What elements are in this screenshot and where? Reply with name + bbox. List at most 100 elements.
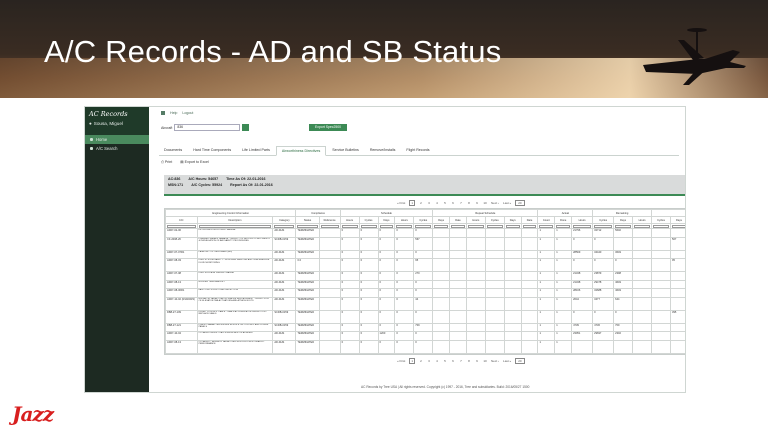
pager-first-button[interactable]: « First: [397, 359, 405, 363]
table-row[interactable]: DB8-27-109 FLIGHT CONTROL CABLE - SEALS A…: [165, 309, 685, 324]
pager-page-button[interactable]: 10: [483, 359, 487, 363]
pager-first-button[interactable]: « First: [397, 201, 405, 205]
pager-page-button[interactable]: 1: [409, 200, 416, 206]
pager-page-button[interactable]: 8: [467, 359, 471, 363]
pager-page-button[interactable]: 2: [419, 359, 423, 363]
filter-input[interactable]: [396, 224, 413, 228]
pager-last-button[interactable]: Last »: [503, 201, 511, 205]
filter-input[interactable]: [297, 224, 318, 228]
filter-input[interactable]: [320, 224, 339, 228]
filter-input[interactable]: [434, 224, 449, 228]
column-header[interactable]: Cycles: [592, 216, 615, 224]
table-row[interactable]: AD07-02-06 DE 03-03 ACF-ND3 FLIGHT MANUAL…: [165, 228, 685, 238]
column-header[interactable]: Days: [432, 216, 451, 224]
filter-input[interactable]: [573, 224, 592, 228]
filter-input[interactable]: [167, 224, 196, 228]
filter-input[interactable]: [594, 224, 613, 228]
export-excel-button[interactable]: ▤ Export to Excel: [180, 160, 209, 164]
column-header[interactable]: Done: [554, 216, 573, 224]
table-row[interactable]: AD07-07-07R1 LAVATORY OXYGEN LABEL (AD) AD…: [165, 249, 685, 259]
column-header[interactable]: Count: [537, 216, 556, 224]
pager-page-button[interactable]: 7: [459, 359, 463, 363]
column-header[interactable]: Date: [449, 216, 467, 224]
export-spec2500-button[interactable]: Export Spec2500: [309, 124, 347, 131]
pager-next-button[interactable]: Next ›: [491, 359, 499, 363]
column-header[interactable]: Cycles: [651, 216, 672, 224]
page-size-select[interactable]: 20: [515, 358, 525, 364]
table-row[interactable]: AD07-07-08 FUEL SPILLAGE WIRING CHANGE AD-…: [165, 271, 685, 281]
column-header[interactable]: Status: [295, 216, 320, 224]
filter-input[interactable]: [634, 224, 651, 228]
print-button[interactable]: ⎙ Print: [161, 160, 172, 164]
tab-service-bulletins[interactable]: Service Bulletins: [327, 146, 364, 155]
filter-input[interactable]: [653, 224, 670, 228]
column-header[interactable]: Reference: [318, 216, 341, 224]
filter-input[interactable]: [505, 224, 520, 228]
pager-page-button[interactable]: 6: [451, 201, 455, 205]
column-header[interactable]: Days: [613, 216, 634, 224]
column-header[interactable]: Days: [377, 216, 396, 224]
filter-input[interactable]: [486, 224, 503, 228]
table-row[interactable]: AD07-10-02 (R1/R2/R3) ELEVATOR TAB ACTUAT…: [165, 296, 685, 311]
tab-life-limited-parts[interactable]: Life Limited Parts: [237, 146, 275, 155]
table-row[interactable]: AD07-08-06R1 FAN COWL STRUCTURE INSPECTIO…: [165, 288, 685, 298]
column-header[interactable]: Description: [196, 216, 274, 224]
pager-page-button[interactable]: 1: [409, 358, 416, 364]
pager-page-button[interactable]: 5: [443, 359, 447, 363]
filter-input[interactable]: [467, 224, 484, 228]
filter-input[interactable]: [341, 224, 358, 228]
table-row[interactable]: CF-2008-26 PLANNED SHEATH DAMAGE - INSPEC…: [165, 236, 685, 251]
menu-icon[interactable]: [161, 111, 165, 115]
help-link[interactable]: Help: [170, 111, 177, 115]
filter-input[interactable]: [556, 224, 571, 228]
pager-page-button[interactable]: 5: [443, 201, 447, 205]
column-header[interactable]: Date: [520, 216, 539, 224]
column-header[interactable]: Hours: [465, 216, 486, 224]
column-header[interactable]: Hours: [632, 216, 653, 224]
column-header[interactable]: Cycles: [358, 216, 379, 224]
column-header[interactable]: Hours: [571, 216, 594, 224]
pager-next-button[interactable]: Next ›: [491, 201, 499, 205]
column-header[interactable]: Days: [503, 216, 522, 224]
pager-page-button[interactable]: 4: [435, 201, 439, 205]
pager-page-button[interactable]: 10: [483, 201, 487, 205]
pager-page-button[interactable]: 6: [451, 359, 455, 363]
filter-input[interactable]: [274, 224, 295, 228]
tab-airworthiness-directives[interactable]: Airworthiness Directives: [275, 146, 327, 156]
filter-input[interactable]: [522, 224, 537, 228]
filter-input[interactable]: [198, 224, 272, 228]
filter-input[interactable]: [451, 224, 465, 228]
filter-input[interactable]: [415, 224, 432, 228]
sidebar-item-ac-search[interactable]: A/C Search: [85, 144, 149, 153]
column-header[interactable]: Category: [272, 216, 297, 224]
table-row[interactable]: AD07-08-13 C/O ALERT - REWRITE TAB ACTUAT…: [165, 339, 685, 354]
sidebar-item-home[interactable]: Home: [85, 135, 149, 144]
user-info[interactable]: ● Sousa, Miguel: [89, 121, 145, 126]
filter-input[interactable]: [615, 224, 632, 228]
table-row[interactable]: DB8-27-121 PLACE CHARACTER BUFFER MODULE …: [165, 322, 685, 332]
table-row[interactable]: AD07-10-04 C/O ALERT RESULT FAIL & REINST…: [165, 331, 685, 341]
column-header[interactable]: C/C: [165, 216, 198, 224]
column-header[interactable]: Cycles: [484, 216, 505, 224]
column-header[interactable]: Days: [670, 216, 685, 224]
tab-remove-installs[interactable]: Remove/Installs: [365, 146, 401, 155]
table-row[interactable]: AD07-08-13 RUDDER TRIM BRACKET AD-DHS TERMI…: [165, 279, 685, 289]
pager-page-button[interactable]: 8: [467, 201, 471, 205]
pager-page-button[interactable]: 7: [459, 201, 463, 205]
column-header[interactable]: Cycles: [413, 216, 434, 224]
aircraft-select[interactable]: 836: [174, 124, 241, 131]
aircraft-go-button[interactable]: [242, 124, 250, 131]
pager-page-button[interactable]: 9: [475, 201, 479, 205]
table-row[interactable]: AD07-08-03 FUEL SYSTEM SAFETY - NITROGEN …: [165, 258, 685, 272]
pager-page-button[interactable]: 3: [427, 359, 431, 363]
filter-input[interactable]: [379, 224, 394, 228]
filter-input[interactable]: [539, 224, 554, 228]
pager-page-button[interactable]: 2: [419, 201, 423, 205]
column-header[interactable]: Hours: [394, 216, 415, 224]
pager-page-button[interactable]: 3: [427, 201, 431, 205]
column-header[interactable]: Hours: [339, 216, 360, 224]
tab-flight-records[interactable]: Flight Records: [401, 146, 434, 155]
tab-documents[interactable]: Documents: [159, 146, 187, 155]
page-size-select[interactable]: 20: [515, 200, 525, 206]
pager-page-button[interactable]: 4: [435, 359, 439, 363]
